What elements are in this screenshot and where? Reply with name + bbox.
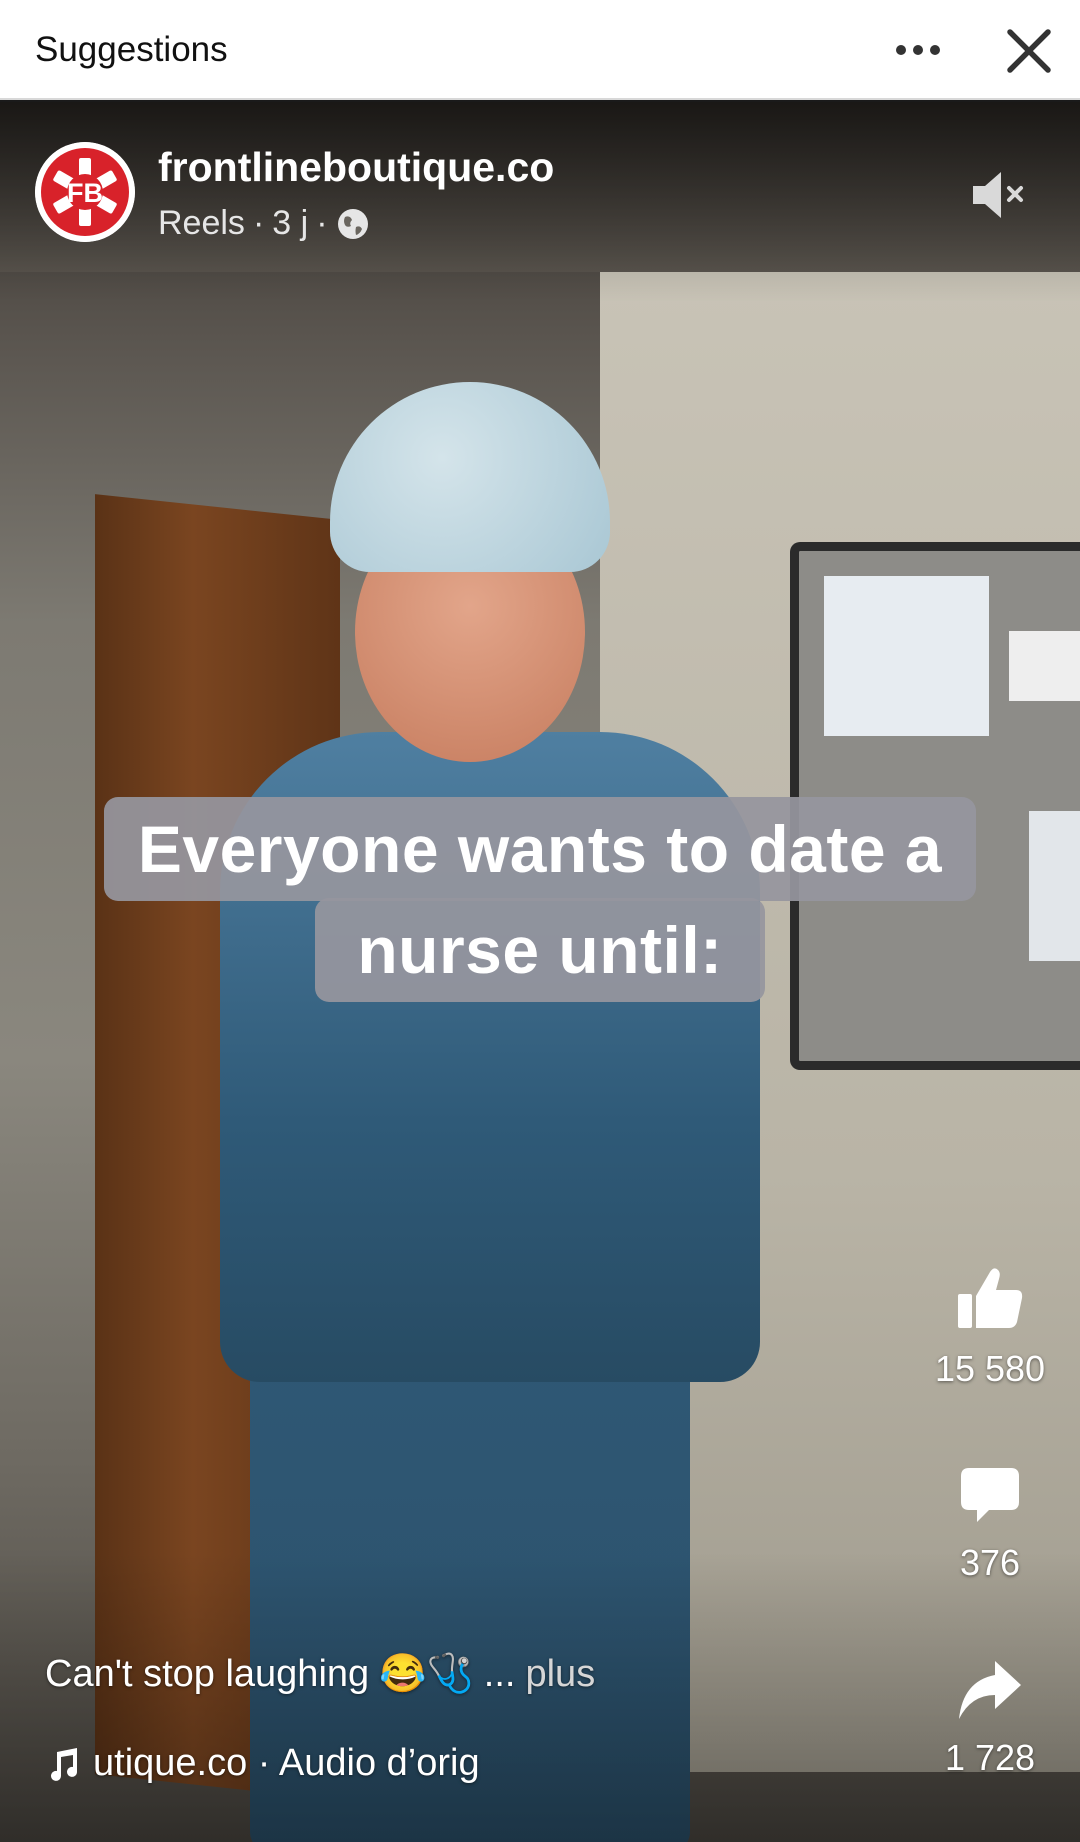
audio-label: utique.co · Audio d’orig	[93, 1742, 480, 1784]
post-caption[interactable]: Can't stop laughing 😂🩺 ... plus	[45, 1652, 595, 1696]
audio-attribution[interactable]: utique.co · Audio d’orig	[45, 1742, 480, 1785]
reel-video[interactable]: FB frontlineboutique.co Reels · 3 j · Ev…	[0, 102, 1080, 1842]
comment-count: 376	[959, 1542, 1021, 1583]
meta-separator: ·	[316, 204, 328, 242]
music-note-icon	[51, 1747, 77, 1781]
post-header	[0, 102, 1080, 302]
more-options-button[interactable]	[890, 26, 946, 74]
overlay-text-line2: nurse until:	[0, 898, 1080, 1002]
post-meta: Reels · 3 j ·	[158, 204, 370, 243]
share-icon[interactable]	[955, 1657, 1025, 1723]
avatar-text: FB	[67, 178, 103, 208]
top-bar: Suggestions	[0, 0, 1080, 100]
account-name[interactable]: frontlineboutique.co	[158, 144, 554, 191]
see-more-link[interactable]: plus	[525, 1653, 595, 1696]
share-action[interactable]: 1 728	[920, 1657, 1060, 1779]
post-age: 3 j	[272, 204, 309, 242]
comment-icon[interactable]	[957, 1462, 1023, 1528]
mute-icon[interactable]	[965, 162, 1031, 228]
caption-emojis: 😂🩺	[379, 1653, 474, 1695]
page-title: Suggestions	[35, 30, 228, 69]
overlay-text-line1: Everyone wants to date a	[0, 797, 1080, 901]
avatar[interactable]: FB	[35, 142, 135, 242]
post-type: Reels	[158, 204, 245, 242]
like-action[interactable]: 15 580	[920, 1262, 1060, 1390]
like-icon[interactable]	[954, 1262, 1026, 1334]
share-count: 1 728	[944, 1737, 1036, 1778]
comment-action[interactable]: 376	[920, 1462, 1060, 1584]
close-icon[interactable]	[1002, 24, 1056, 78]
more-icon	[896, 45, 906, 55]
like-count: 15 580	[934, 1348, 1046, 1389]
caption-ellipsis: ...	[483, 1652, 516, 1695]
caption-text: Can't stop laughing	[45, 1652, 370, 1695]
meta-separator: ·	[252, 204, 265, 242]
globe-icon	[337, 208, 368, 239]
